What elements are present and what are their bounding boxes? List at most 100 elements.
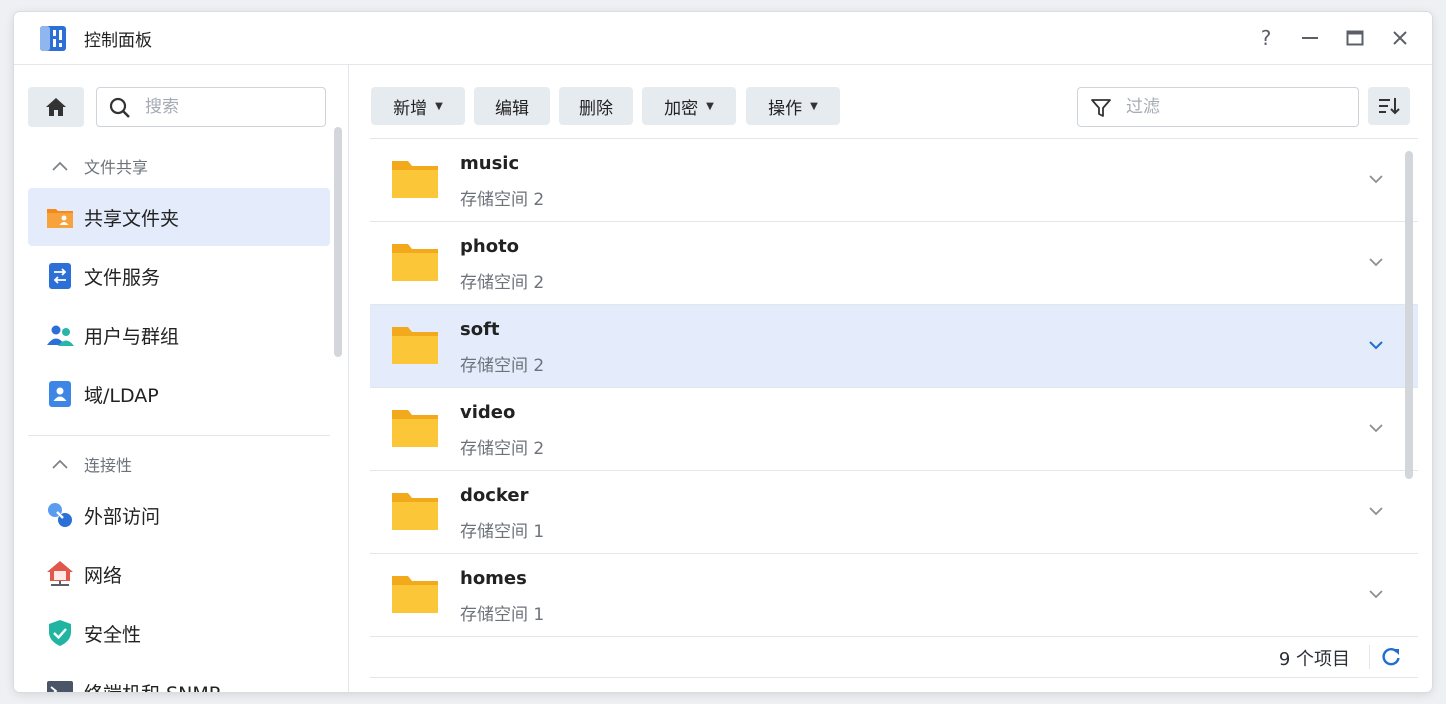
- encrypt-dropdown-button[interactable]: 加密 ▼: [642, 87, 736, 125]
- control-panel-window: 控制面板 ? 文件共享: [14, 12, 1432, 692]
- sidebar-item-users-groups[interactable]: 用户与群组: [28, 306, 330, 364]
- refresh-icon[interactable]: [1380, 646, 1402, 668]
- folder-row-photo[interactable]: photo 存储空间 2: [370, 222, 1418, 305]
- folder-location: 存储空间 2: [460, 273, 545, 293]
- folder-icon: [392, 161, 438, 198]
- folder-icon: [392, 410, 438, 447]
- folder-row-docker[interactable]: docker 存储空间 1: [370, 471, 1418, 554]
- folder-icon: [392, 244, 438, 281]
- sidebar-item-network[interactable]: 网络: [28, 545, 330, 603]
- search-input[interactable]: [143, 95, 317, 119]
- sort-icon: [1379, 98, 1400, 115]
- item-count: 9 个项目: [1278, 649, 1350, 670]
- folder-location: 存储空间 1: [460, 605, 545, 625]
- sidebar-item-label: 共享文件夹: [84, 207, 180, 230]
- delete-button[interactable]: 删除: [559, 87, 633, 125]
- chevron-down-icon[interactable]: [1366, 584, 1386, 604]
- section-file-sharing[interactable]: 文件共享: [50, 154, 148, 178]
- footer-divider: [1369, 645, 1370, 669]
- folder-name: docker: [460, 485, 529, 506]
- sidebar-item-label: 域/LDAP: [84, 384, 159, 407]
- filter-icon: [1091, 99, 1111, 117]
- folder-location: 存储空间 2: [460, 439, 545, 459]
- minimize-button[interactable]: [1296, 24, 1324, 52]
- domain-ldap-icon: [49, 381, 71, 407]
- list-footer: 9 个项目: [370, 637, 1418, 678]
- folder-location: 存储空间 2: [460, 356, 545, 376]
- control-panel-app-icon: [40, 26, 66, 51]
- close-button[interactable]: [1386, 24, 1414, 52]
- action-label: 操作: [768, 98, 803, 119]
- folder-location: 存储空间 2: [460, 190, 545, 210]
- chevron-down-icon[interactable]: [1366, 418, 1386, 438]
- help-button[interactable]: ?: [1252, 24, 1280, 52]
- folder-row-homes[interactable]: homes 存储空间 1: [370, 554, 1418, 637]
- list-scrollbar[interactable]: [1405, 151, 1413, 479]
- chevron-down-icon[interactable]: [1366, 335, 1386, 355]
- sidebar-search[interactable]: [96, 87, 326, 127]
- external-access-icon: [48, 503, 72, 527]
- caret-down-icon: ▼: [435, 100, 443, 112]
- title-bar: 控制面板 ?: [14, 12, 1432, 65]
- edit-label: 编辑: [495, 98, 529, 119]
- sidebar-item-label: 网络: [84, 564, 123, 587]
- home-icon: [46, 98, 66, 116]
- chevron-down-icon[interactable]: [1366, 501, 1386, 521]
- folder-name: photo: [460, 236, 520, 257]
- folder-name: video: [460, 402, 516, 423]
- folder-icon: [392, 327, 438, 364]
- sidebar-scrollbar[interactable]: [334, 127, 342, 357]
- maximize-button[interactable]: [1341, 24, 1369, 52]
- terminal-snmp-icon: [47, 681, 73, 692]
- close-icon: [1393, 31, 1407, 45]
- sort-button[interactable]: [1368, 87, 1410, 125]
- sidebar-item-external-access[interactable]: 外部访问: [28, 486, 330, 544]
- search-icon: [109, 97, 130, 118]
- network-icon: [47, 561, 73, 586]
- sidebar-item-label: 终端机和 SNMP: [84, 679, 220, 693]
- section-label: 连接性: [84, 456, 133, 475]
- sidebar-item-label: 用户与群组: [84, 325, 180, 348]
- home-button[interactable]: [28, 87, 84, 127]
- sidebar-item-security[interactable]: 安全性: [28, 604, 330, 662]
- sidebar-item-terminal-snmp[interactable]: 终端机和 SNMP: [28, 663, 330, 692]
- chevron-down-icon[interactable]: [1366, 169, 1386, 189]
- help-icon: ?: [1260, 26, 1272, 50]
- main-panel: 新增 ▼ 编辑 删除 加密 ▼ 操作 ▼ 过滤 music 存储空间 2 pho…: [349, 65, 1432, 692]
- edit-button[interactable]: 编辑: [474, 87, 550, 125]
- sidebar-item-file-services[interactable]: 文件服务: [28, 247, 330, 305]
- sidebar-item-domain-ldap[interactable]: 域/LDAP: [28, 365, 330, 423]
- create-label: 新增: [393, 98, 428, 119]
- folder-row-music[interactable]: music 存储空间 2: [370, 139, 1418, 222]
- chevron-down-icon[interactable]: [1366, 252, 1386, 272]
- caret-down-icon: ▼: [706, 100, 714, 112]
- encrypt-label: 加密: [664, 98, 699, 119]
- shared-folder-list: music 存储空间 2 photo 存储空间 2 soft 存储空间 2 vi…: [370, 138, 1418, 637]
- section-label: 文件共享: [84, 158, 149, 177]
- delete-label: 删除: [579, 98, 613, 119]
- folder-name: homes: [460, 568, 527, 589]
- users-groups-icon: [47, 325, 74, 346]
- folder-name: music: [460, 153, 520, 174]
- sidebar-item-label: 安全性: [84, 623, 142, 646]
- folder-icon: [392, 576, 438, 613]
- folder-row-video[interactable]: video 存储空间 2: [370, 388, 1418, 471]
- section-connectivity[interactable]: 连接性: [50, 452, 132, 476]
- sidebar: 文件共享 共享文件夹 文件服务: [14, 65, 349, 692]
- minimize-icon: [1302, 37, 1318, 39]
- filter-input[interactable]: [1124, 95, 1348, 119]
- sidebar-item-label: 文件服务: [84, 266, 161, 289]
- sidebar-item-shared-folder[interactable]: 共享文件夹: [28, 188, 330, 246]
- folder-icon: [392, 493, 438, 530]
- file-services-icon: [49, 263, 71, 289]
- chevron-up-icon: [52, 459, 68, 469]
- window-title: 控制面板: [84, 31, 152, 51]
- folder-name: soft: [460, 319, 500, 340]
- action-dropdown-button[interactable]: 操作 ▼: [746, 87, 840, 125]
- folder-row-soft[interactable]: soft 存储空间 2: [370, 305, 1418, 388]
- shield-icon: [49, 620, 71, 646]
- create-dropdown-button[interactable]: 新增 ▼: [371, 87, 465, 125]
- sidebar-divider: [28, 435, 330, 436]
- filter-box[interactable]: [1077, 87, 1359, 127]
- shared-folder-icon: [47, 209, 73, 228]
